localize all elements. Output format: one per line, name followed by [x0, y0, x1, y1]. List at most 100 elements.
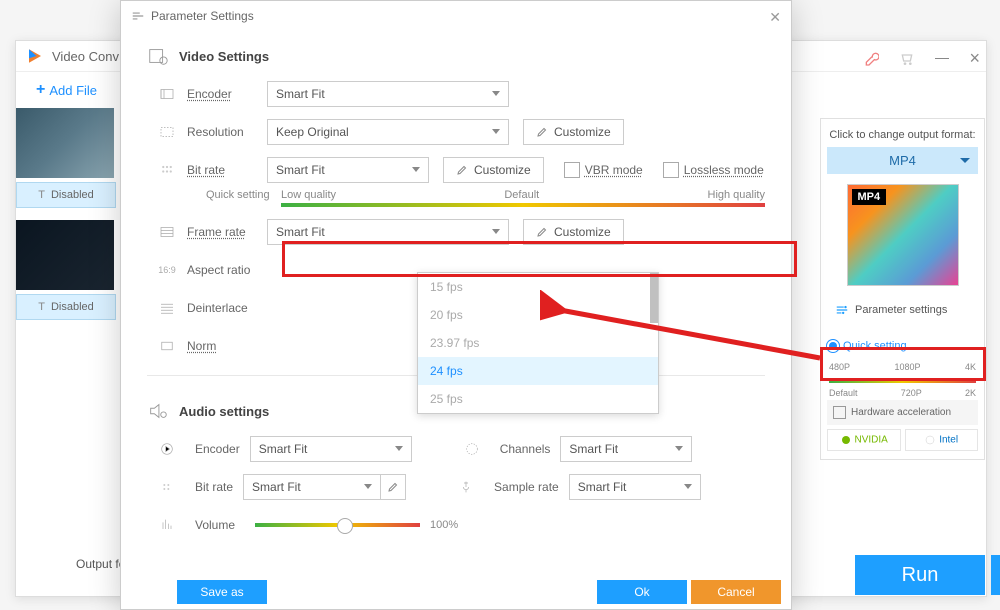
- volume-row: Volume 100%: [121, 506, 791, 544]
- parameter-settings-button[interactable]: Parameter settings: [827, 296, 994, 324]
- parameter-settings-dialog: Parameter Settings ✕ Video Settings Enco…: [120, 0, 792, 610]
- plus-icon: +: [36, 81, 45, 99]
- sliders-icon: [835, 303, 849, 317]
- pencil-icon: [456, 164, 468, 176]
- cancel-button[interactable]: Cancel: [691, 580, 781, 604]
- channels-label: Channels: [500, 442, 551, 456]
- dialog-title: Parameter Settings: [151, 9, 254, 23]
- text-icon: T: [38, 189, 45, 201]
- video-thumbnail-2[interactable]: [16, 220, 114, 290]
- audio-bitrate-select[interactable]: Smart Fit: [243, 474, 381, 500]
- minimize-icon[interactable]: [935, 58, 949, 59]
- bitrate-label: Bit rate: [187, 163, 267, 177]
- channels-icon: [452, 441, 492, 457]
- framerate-row: Frame rate Smart Fit Customize: [121, 213, 791, 251]
- audio-bitrate-group: Bit rate Smart Fit: [147, 474, 406, 500]
- dialog-close-button[interactable]: ✕: [769, 9, 781, 26]
- video-settings-heading: Video Settings: [121, 31, 791, 75]
- resolution-icon: [147, 123, 187, 141]
- framerate-label: Frame rate: [187, 225, 267, 239]
- output-format-label: Click to change output format:: [821, 119, 984, 147]
- channels-group: Channels Smart Fit: [452, 436, 693, 462]
- pencil-icon: [536, 226, 548, 238]
- samplerate-label: Sample rate: [494, 480, 559, 494]
- save-as-button[interactable]: Save as: [177, 580, 267, 604]
- ok-button[interactable]: Ok: [597, 580, 687, 604]
- volume-slider[interactable]: [255, 523, 420, 527]
- samplerate-select[interactable]: Smart Fit: [569, 474, 701, 500]
- audio-encoder-select[interactable]: Smart Fit: [250, 436, 412, 462]
- resolution-select[interactable]: Keep Original: [267, 119, 509, 145]
- norm-icon: [147, 337, 187, 355]
- audio-bitrate-edit-button[interactable]: [381, 474, 406, 500]
- resolution-label: Resolution: [187, 125, 267, 139]
- quick-setting-heading: Quick setting: [821, 330, 984, 356]
- dropdown-scrollbar[interactable]: [650, 273, 658, 323]
- resolution-customize-button[interactable]: Customize: [523, 119, 624, 145]
- sliders-icon: [131, 9, 145, 23]
- output-panel: Click to change output format: MP4 Param…: [820, 118, 985, 460]
- run-button[interactable]: Run: [855, 555, 985, 595]
- quick-setting-label: Quick setting: [206, 189, 270, 201]
- framerate-select[interactable]: Smart Fit: [267, 219, 509, 245]
- audio-encoder-label: Encoder: [195, 442, 240, 456]
- key-icon[interactable]: [863, 51, 879, 67]
- channels-select[interactable]: Smart Fit: [560, 436, 692, 462]
- lossless-label: Lossless mode: [684, 163, 764, 177]
- hardware-accel-checkbox[interactable]: Hardware acceleration: [827, 400, 978, 425]
- deinterlace-icon: [147, 299, 187, 317]
- framerate-icon: [147, 223, 187, 241]
- volume-thumb[interactable]: [337, 518, 353, 534]
- app-title: Video Conv: [52, 49, 119, 64]
- framerate-dropdown: 15 fps 20 fps 23.97 fps 24 fps 25 fps: [417, 272, 659, 414]
- audio-bitrate-icon: [147, 479, 187, 495]
- cart-icon[interactable]: [899, 51, 915, 67]
- dialog-footer: Save as Ok Cancel: [121, 575, 791, 609]
- deinterlace-label: Deinterlace: [187, 301, 267, 315]
- video-thumbnail-1[interactable]: [16, 108, 114, 178]
- aspect-icon: 16:9: [147, 265, 187, 275]
- framerate-customize-button[interactable]: Customize: [523, 219, 624, 245]
- encoder-label: Encoder: [187, 87, 267, 101]
- vbr-label: VBR mode: [585, 163, 643, 177]
- film-gear-icon: [147, 45, 169, 67]
- nvidia-vendor[interactable]: NVIDIA: [827, 429, 901, 451]
- fps-option-23-97[interactable]: 23.97 fps: [418, 329, 658, 357]
- quality-slider[interactable]: [281, 203, 765, 207]
- norm-label: Norm: [187, 339, 267, 353]
- samplerate-group: Sample rate Smart Fit: [446, 474, 701, 500]
- aspect-label: Aspect ratio: [187, 263, 267, 277]
- bitrate-select[interactable]: Smart Fit: [267, 157, 429, 183]
- vbr-checkbox[interactable]: [564, 162, 580, 178]
- output-panel-box: Click to change output format: MP4 Param…: [820, 118, 985, 460]
- clock-icon[interactable]: [991, 555, 1000, 595]
- lossless-checkbox[interactable]: [663, 162, 679, 178]
- intel-vendor[interactable]: Intel: [905, 429, 979, 451]
- add-files-button[interactable]: + Add File: [36, 81, 97, 99]
- encoder-icon: [147, 85, 187, 103]
- bitrate-customize-button[interactable]: Customize: [443, 157, 544, 183]
- nvidia-icon: [840, 434, 852, 446]
- intel-icon: [924, 434, 936, 446]
- fps-option-15[interactable]: 15 fps: [418, 273, 658, 301]
- format-preview-image[interactable]: [847, 184, 959, 286]
- fps-option-25[interactable]: 25 fps: [418, 385, 658, 413]
- close-icon[interactable]: ×: [969, 48, 980, 69]
- quick-quality-slider[interactable]: 480P1080P4K Default720P2K: [829, 360, 976, 396]
- pencil-icon: [387, 481, 399, 493]
- window-controls: ×: [863, 48, 980, 69]
- audio-bitrate-label: Bit rate: [195, 480, 233, 494]
- volume-label: Volume: [195, 518, 235, 532]
- format-dropdown[interactable]: MP4: [827, 147, 978, 174]
- encoder-select[interactable]: Smart Fit: [267, 81, 509, 107]
- speaker-gear-icon: [147, 400, 169, 422]
- quality-slider-row: Quick setting Low qualityDefaultHigh qua…: [121, 189, 791, 213]
- audio-encoder-icon: [147, 441, 187, 457]
- fps-option-20[interactable]: 20 fps: [418, 301, 658, 329]
- app-logo-icon: [26, 47, 44, 65]
- disabled-bar-2[interactable]: TDisabled: [16, 294, 116, 320]
- disabled-bar-1[interactable]: TDisabled: [16, 182, 116, 208]
- volume-icon: [147, 517, 187, 533]
- samplerate-icon: [446, 479, 486, 495]
- fps-option-24[interactable]: 24 fps: [418, 357, 658, 385]
